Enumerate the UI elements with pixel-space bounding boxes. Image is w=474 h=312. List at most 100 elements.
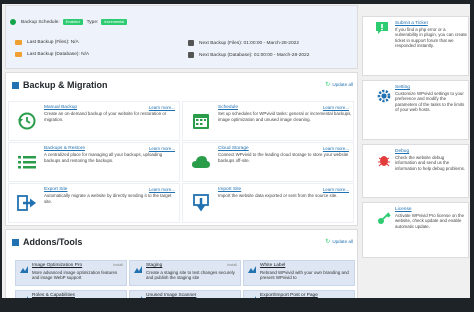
refresh-icon: ↻ <box>325 239 331 245</box>
addon-title[interactable]: White Label <box>260 263 285 268</box>
next-files-row: Next Backup (Files): 01:00:00 - March-28… <box>188 40 299 46</box>
sidebar-card-debug: Debug Check the website debug informatio… <box>362 144 469 198</box>
staging-icon <box>133 264 143 274</box>
tile-description: Automatically migrate a website by direc… <box>44 193 172 204</box>
addon-title[interactable]: Roles & Capabilities <box>32 293 75 298</box>
section-title: Addons/Tools <box>12 237 82 247</box>
tile-title-link[interactable]: Backups & Restore <box>44 146 85 151</box>
section-title-text: Backup & Migration <box>23 80 108 90</box>
calendar-icon <box>188 52 194 58</box>
addon-white-label[interactable]: White Label Rebrand WPvivid with your ow… <box>243 260 355 286</box>
tile-title-link[interactable]: Export Site <box>44 187 67 192</box>
addon-unused-image-scanner[interactable]: Unused Image Scanner <box>129 290 241 298</box>
schedule-row: Backup Schedule: Enabled Type: Increment… <box>10 19 131 25</box>
gear-icon <box>377 89 391 103</box>
sidebar-card-license: License Activate WPvivid Pro license on … <box>362 202 469 258</box>
key-icon <box>377 211 391 225</box>
tile-export-site: Export Site Learn more... Automatically … <box>8 183 180 223</box>
type-label: Type: <box>86 19 99 25</box>
tile-title-link[interactable]: Cloud Storage <box>218 146 249 151</box>
next-files-text: Next Backup (Files): 01:00:00 - March-28… <box>199 40 299 46</box>
sidebar-description: Check the website debug information and … <box>395 155 466 171</box>
page-canvas: Backup Schedule: Enabled Type: Increment… <box>2 4 470 298</box>
import-icon <box>191 193 211 213</box>
gear-icon <box>10 19 16 25</box>
addon-title[interactable]: Image Optimization Pro <box>32 263 82 268</box>
addon-install-status: Install <box>113 263 123 267</box>
addon-title[interactable]: Export/Import Post or Page <box>260 293 318 298</box>
addons-tools-card: Addons/Tools ↻ Update all Image Optimiza… <box>5 229 358 298</box>
learn-more-link[interactable]: Learn more... <box>149 146 175 151</box>
learn-more-link[interactable]: Learn more... <box>323 105 349 110</box>
learn-more-link[interactable]: Learn more... <box>323 187 349 192</box>
refresh-icon: ↻ <box>325 82 331 88</box>
white-label-icon <box>247 264 257 274</box>
next-db-row: Next Backup (Database): 01:00:00 - March… <box>188 52 309 58</box>
last-db-row: Last Backup (Database): N/A <box>15 52 89 57</box>
sidebar-link[interactable]: License <box>395 207 412 212</box>
tile-import-site: Import Site Learn more... Import the web… <box>182 183 354 223</box>
scanner-icon <box>133 294 143 298</box>
update-all-label: Update all <box>332 82 353 87</box>
addon-description: Create a staging site to test changes se… <box>146 270 235 281</box>
addon-export-import-post[interactable]: Export/Import Post or Page <box>243 290 355 298</box>
addon-install-status: Install <box>227 263 237 267</box>
image-optimization-icon <box>19 264 29 274</box>
addon-description: More advanced image optimization feature… <box>32 270 118 281</box>
learn-more-link[interactable]: Learn more... <box>323 146 349 151</box>
tile-description: A centralized place for managing all you… <box>44 152 163 163</box>
tile-title-link[interactable]: Import Site <box>218 187 241 192</box>
list-icon <box>17 152 37 172</box>
update-all-label: Update all <box>332 239 353 244</box>
calendar-icon <box>188 40 194 46</box>
last-files-row: Last Backup (Files): N/A <box>15 40 79 45</box>
sidebar-description: Activate WPvivid Pro license on the webs… <box>395 213 465 229</box>
sidebar-link[interactable]: Setting <box>395 85 410 90</box>
section-icon <box>12 238 19 246</box>
folder-icon <box>15 52 22 57</box>
tile-title-link[interactable]: Manual Backup <box>44 105 77 110</box>
tile-description: Import the website data exported or sent… <box>218 193 338 198</box>
sidebar-link[interactable]: Debug <box>395 149 409 154</box>
sidebar-description: If you find a php error or a vulnerabili… <box>395 27 467 49</box>
type-badge: Incremental <box>101 19 128 25</box>
export-import-icon <box>247 294 257 298</box>
addon-title[interactable]: Unused Image Scanner <box>146 293 196 298</box>
learn-more-link[interactable]: Learn more... <box>149 105 175 110</box>
learn-more-link[interactable]: Learn more... <box>149 187 175 192</box>
last-db-text: Last Backup (Database): N/A <box>27 52 90 57</box>
addon-title[interactable]: Staging <box>146 263 162 268</box>
ticket-icon <box>375 21 389 35</box>
last-files-text: Last Backup (Files): N/A <box>27 40 79 45</box>
sidebar-card-ticket: Submit a Ticket If you find a php error … <box>362 16 469 76</box>
section-title: Backup & Migration <box>12 80 108 90</box>
tile-schedule: Schedule Learn more... Set up schedules … <box>182 101 354 141</box>
addon-staging[interactable]: Staging Install Create a staging site to… <box>129 260 241 286</box>
sidebar-card-setting: Setting Customize WPvivid settings to yo… <box>362 80 469 140</box>
addon-description: Rebrand WPvivid with your own branding a… <box>260 270 349 281</box>
update-all-link[interactable]: ↻ Update all <box>325 238 353 245</box>
schedule-label: Backup Schedule: <box>21 19 60 25</box>
calendar-icon <box>191 111 211 131</box>
tile-manual-backup: Manual Backup Learn more... Create an on… <box>8 101 180 141</box>
tile-cloud-storage: Cloud Storage Learn more... Connect WPvi… <box>182 142 354 182</box>
roles-icon <box>19 294 29 298</box>
tile-description: Set up schedules for WPvivid tasks: gene… <box>218 111 352 122</box>
export-icon <box>17 193 37 213</box>
restore-clock-icon <box>17 111 37 131</box>
tile-description: Connect WPvivid to the leading cloud sto… <box>218 152 349 163</box>
addon-image-optimization[interactable]: Image Optimization Pro Install More adva… <box>15 260 127 286</box>
sidebar-description: Customize WPvivid settings to your prefe… <box>395 91 465 113</box>
tile-description: Create an on-demand backup of your websi… <box>44 111 167 122</box>
addon-roles-capabilities[interactable]: Roles & Capabilities <box>15 290 127 298</box>
cloud-icon <box>191 152 211 172</box>
update-all-link[interactable]: ↻ Update all <box>325 81 353 88</box>
backup-status-card: Backup Schedule: Enabled Type: Increment… <box>5 5 358 69</box>
schedule-badge: Enabled <box>62 19 83 25</box>
backup-migration-card: Backup & Migration ↻ Update all Manual B… <box>5 72 358 226</box>
sidebar-link[interactable]: Submit a Ticket <box>395 21 428 26</box>
debug-icon <box>377 153 391 167</box>
next-db-text: Next Backup (Database): 01:00:00 - March… <box>199 52 310 58</box>
section-title-text: Addons/Tools <box>23 237 83 247</box>
tile-title-link[interactable]: Schedule <box>218 105 238 110</box>
